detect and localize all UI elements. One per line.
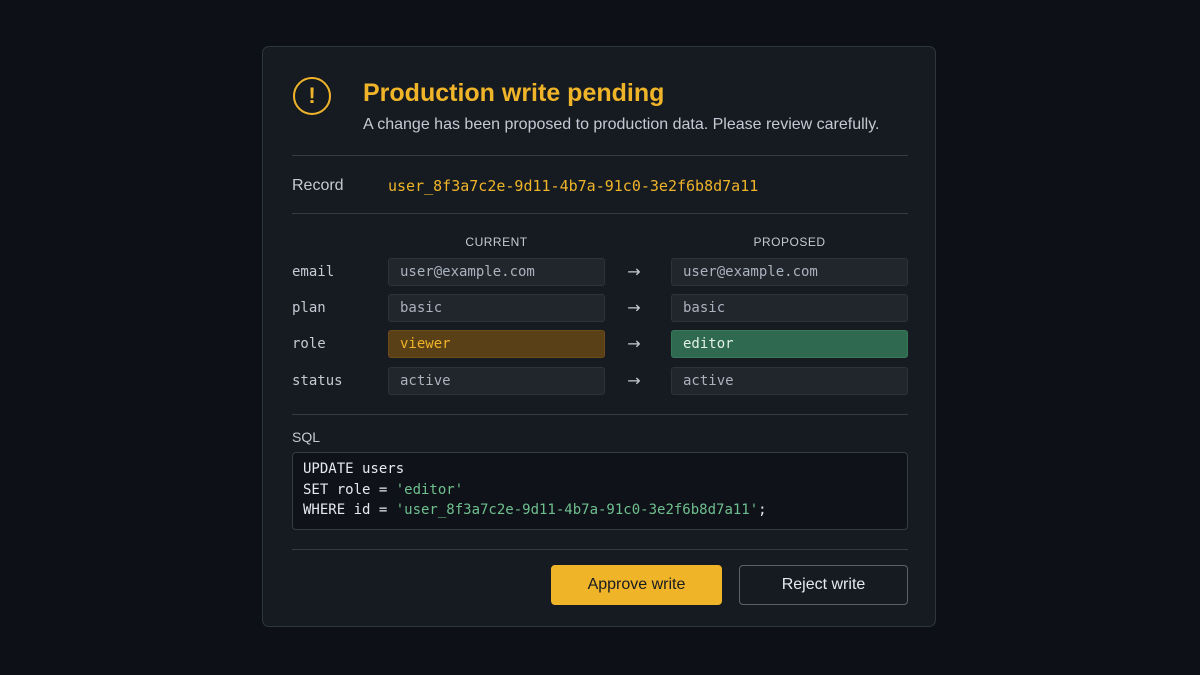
sql-code-block: UPDATE users SET role = 'editor' WHERE i… bbox=[292, 452, 908, 530]
sql-keyword: UPDATE users bbox=[303, 461, 405, 477]
record-label: Record bbox=[292, 177, 344, 194]
divider bbox=[292, 155, 908, 156]
sql-line: SET role = 'editor' bbox=[303, 480, 897, 501]
divider bbox=[292, 213, 908, 214]
production-write-dialog: ! Production write pending A change has … bbox=[262, 46, 936, 627]
column-header-current: CURRENT bbox=[465, 235, 528, 249]
sql-label: SQL bbox=[292, 429, 321, 445]
arrow-right-icon: → bbox=[627, 371, 641, 390]
dialog-subtitle: A change has been proposed to production… bbox=[363, 116, 880, 133]
diff-row-role: role viewer → editor bbox=[292, 330, 908, 358]
sql-string: 'user_8f3a7c2e-9d11-4b7a-91c0-3e2f6b8d7a… bbox=[395, 502, 759, 518]
divider bbox=[292, 549, 908, 550]
sql-string: 'editor' bbox=[395, 481, 464, 498]
diff-row-plan: plan basic → basic bbox=[292, 294, 908, 322]
diff-row-status: status active → active bbox=[292, 367, 908, 395]
current-value: active bbox=[388, 367, 605, 395]
sql-keyword: WHERE id = bbox=[303, 502, 396, 518]
proposed-value: active bbox=[671, 367, 908, 395]
approve-write-button[interactable]: Approve write bbox=[551, 565, 722, 605]
proposed-value-changed: editor bbox=[671, 330, 908, 358]
proposed-value: user@example.com bbox=[671, 258, 908, 286]
diff-row-email: email user@example.com → user@example.co… bbox=[292, 258, 908, 286]
current-value: user@example.com bbox=[388, 258, 605, 286]
sql-line: UPDATE users bbox=[303, 459, 897, 480]
field-name: plan bbox=[292, 300, 326, 316]
arrow-right-icon: → bbox=[627, 262, 641, 281]
arrow-right-icon: → bbox=[627, 298, 641, 317]
current-value: basic bbox=[388, 294, 605, 322]
sql-terminator: ; bbox=[758, 502, 767, 518]
column-header-proposed: PROPOSED bbox=[753, 235, 826, 249]
field-name: email bbox=[292, 264, 335, 280]
proposed-value: basic bbox=[671, 294, 908, 322]
current-value-changed: viewer bbox=[388, 330, 605, 358]
sql-keyword: SET role = bbox=[303, 481, 396, 498]
sql-line: WHERE id = 'user_8f3a7c2e-9d11-4b7a-91c0… bbox=[303, 500, 897, 521]
warning-circle-icon: ! bbox=[293, 77, 331, 115]
field-name: role bbox=[292, 336, 326, 352]
divider bbox=[292, 414, 908, 415]
field-name: status bbox=[292, 373, 343, 389]
record-id: user_8f3a7c2e-9d11-4b7a-91c0-3e2f6b8d7a1… bbox=[388, 177, 759, 195]
dialog-title: Production write pending bbox=[363, 79, 665, 107]
reject-write-button[interactable]: Reject write bbox=[739, 565, 908, 605]
arrow-right-icon: → bbox=[627, 334, 641, 353]
